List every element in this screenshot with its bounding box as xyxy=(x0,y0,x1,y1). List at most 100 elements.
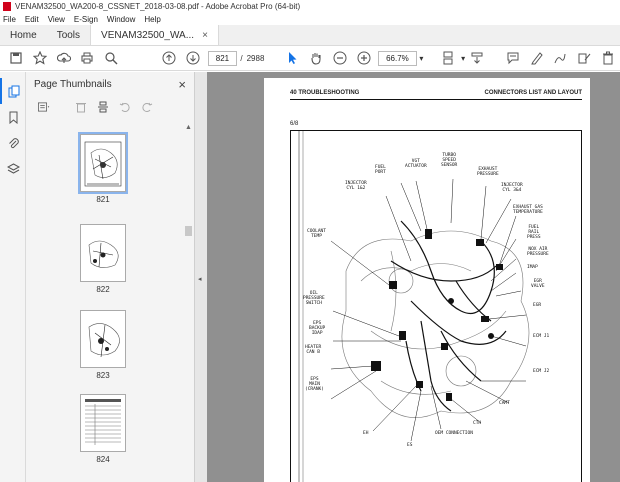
thumbnail-image xyxy=(80,224,126,282)
engine-connector-diagram: FUEL PORT VGT ACTUATOR TURBO SPEED SENSO… xyxy=(290,130,582,482)
delete-button[interactable] xyxy=(596,47,620,69)
label-vgt-actuator: VGT ACTUATOR xyxy=(405,159,427,169)
thumbnail-label: 821 xyxy=(96,195,110,204)
next-page-button[interactable] xyxy=(181,47,205,69)
draw-button[interactable] xyxy=(549,47,573,69)
label-egr-valve: EGR VALVE xyxy=(531,279,545,289)
close-panel-icon[interactable]: × xyxy=(178,77,186,92)
title-bar: VENAM32500_WA200-8_CSSNET_2018-03-08.pdf… xyxy=(0,0,620,13)
thumbnail-list: 821 822 823 824 xyxy=(26,124,186,482)
thumbnail-label: 824 xyxy=(96,455,110,464)
hand-tool-button[interactable] xyxy=(304,47,328,69)
zoom-level-select[interactable]: 66.7% xyxy=(377,50,418,66)
page-number-input[interactable]: 821 xyxy=(207,50,238,66)
label-heater-can-b: HEATER CAN B xyxy=(305,345,322,355)
bookmark-icon xyxy=(9,111,17,124)
tab-bar: Home Tools VENAM32500_WA... × xyxy=(0,25,620,46)
label-oil-pressure-switch: OIL PRESSURE SWITCH xyxy=(303,291,325,306)
trash-icon xyxy=(603,51,614,65)
delete-pages-button[interactable] xyxy=(72,98,90,116)
select-tool-button[interactable] xyxy=(280,47,304,69)
thumbnail-label: 823 xyxy=(96,371,110,380)
scroll-mode-button[interactable] xyxy=(465,47,489,69)
thumbnail-image xyxy=(80,310,126,368)
label-es: ES xyxy=(407,443,413,448)
insert-pages-button[interactable] xyxy=(94,98,112,116)
rotate-right-button[interactable] xyxy=(138,98,156,116)
bookmarks-rail-button[interactable] xyxy=(0,104,26,130)
pen-icon xyxy=(530,52,543,65)
thumbnail-scrollbar[interactable]: ▲ xyxy=(184,124,193,482)
options-menu-button[interactable] xyxy=(32,98,56,116)
menu-help[interactable]: Help xyxy=(144,15,160,24)
tab-home[interactable]: Home xyxy=(0,25,47,45)
label-exhaust-gas-temperature: EXHAUST GAS TEMPERATURE xyxy=(513,205,543,215)
tab-document-label: VENAM32500_WA... xyxy=(101,29,195,41)
save-button[interactable] xyxy=(4,47,28,69)
label-cth: CTH xyxy=(473,421,482,426)
rotate-left-button[interactable] xyxy=(116,98,134,116)
main-toolbar: 821 / 2988 66.7% ▾ ▾ xyxy=(0,46,620,71)
page-thumbnails-rail-button[interactable] xyxy=(0,78,26,104)
menu-esign[interactable]: E-Sign xyxy=(74,15,98,24)
acrobat-icon xyxy=(3,2,11,11)
tab-tools[interactable]: Tools xyxy=(47,25,90,45)
edit-icon xyxy=(578,53,591,64)
panel-title: Page Thumbnails xyxy=(34,78,112,90)
thumbnail-page-824[interactable]: 824 xyxy=(80,394,126,464)
scroll-down-icon xyxy=(471,52,483,64)
zoom-dropdown-icon[interactable]: ▾ xyxy=(419,54,423,63)
label-egr: EGR xyxy=(533,303,542,308)
paperclip-icon xyxy=(8,137,19,148)
arrow-down-circle-icon xyxy=(186,51,200,65)
layers-rail-button[interactable] xyxy=(0,156,26,182)
window-title: VENAM32500_WA200-8_CSSNET_2018-03-08.pdf… xyxy=(15,2,301,11)
menu-window[interactable]: Window xyxy=(107,15,135,24)
page-fraction: 6/8 xyxy=(290,121,299,127)
page-display-button[interactable] xyxy=(437,47,461,69)
bookmark-star-button[interactable] xyxy=(28,47,52,69)
draw-icon xyxy=(554,53,566,64)
label-eps-backup: EPS BACKUP IDAP xyxy=(309,321,326,336)
cursor-arrow-icon xyxy=(289,52,297,64)
comment-button[interactable] xyxy=(501,47,525,69)
collapse-arrow-icon[interactable]: ◂ xyxy=(198,275,202,283)
page-total: 2988 xyxy=(246,53,265,63)
highlight-button[interactable] xyxy=(525,47,549,69)
page-separator: / xyxy=(240,53,243,63)
attachments-rail-button[interactable] xyxy=(0,130,26,156)
zoom-out-button[interactable] xyxy=(328,47,352,69)
close-tab-icon[interactable]: × xyxy=(202,30,208,41)
scroll-up-icon[interactable]: ▲ xyxy=(184,124,193,131)
edit-pdf-button[interactable] xyxy=(572,47,596,69)
scrollbar-thumb[interactable] xyxy=(185,226,192,236)
cloud-upload-icon xyxy=(56,52,71,63)
menu-edit[interactable]: Edit xyxy=(25,15,39,24)
label-injector-cyl-3-4: INJECTOR CYL 3&4 xyxy=(501,183,523,193)
thumbnail-page-821[interactable]: 821 xyxy=(78,132,128,204)
menu-file[interactable]: File xyxy=(3,15,16,24)
header-left: 40 TROUBLESHOOTING xyxy=(290,90,360,96)
document-page: 40 TROUBLESHOOTING CONNECTORS LIST AND L… xyxy=(264,78,590,482)
upload-button[interactable] xyxy=(52,47,76,69)
thumbnail-image xyxy=(78,132,128,194)
print-button[interactable] xyxy=(75,47,99,69)
left-navigation-rail xyxy=(0,72,26,482)
panel-toolbar xyxy=(26,96,194,118)
minus-circle-icon xyxy=(333,51,347,65)
thumbnail-page-822[interactable]: 822 xyxy=(80,224,126,294)
label-imap: IMAP xyxy=(527,265,538,270)
tab-document[interactable]: VENAM32500_WA... × xyxy=(90,25,219,45)
panel-collapse-handle[interactable]: ◂ xyxy=(195,72,207,482)
label-nox-air-pressure: NOX AIR PRESSURE xyxy=(527,247,549,257)
label-fuel-rail-press: FUEL RAIL PRESS xyxy=(527,225,541,240)
previous-page-button[interactable] xyxy=(157,47,181,69)
menu-view[interactable]: View xyxy=(48,15,65,24)
thumbnail-page-823[interactable]: 823 xyxy=(80,310,126,380)
label-ecm-j2: ECM J2 xyxy=(533,369,550,374)
rotate-ccw-icon xyxy=(119,102,130,112)
thumbnail-label: 822 xyxy=(96,285,110,294)
zoom-in-button[interactable] xyxy=(352,47,376,69)
document-viewer[interactable]: 40 TROUBLESHOOTING CONNECTORS LIST AND L… xyxy=(207,72,620,482)
find-button[interactable] xyxy=(99,47,123,69)
